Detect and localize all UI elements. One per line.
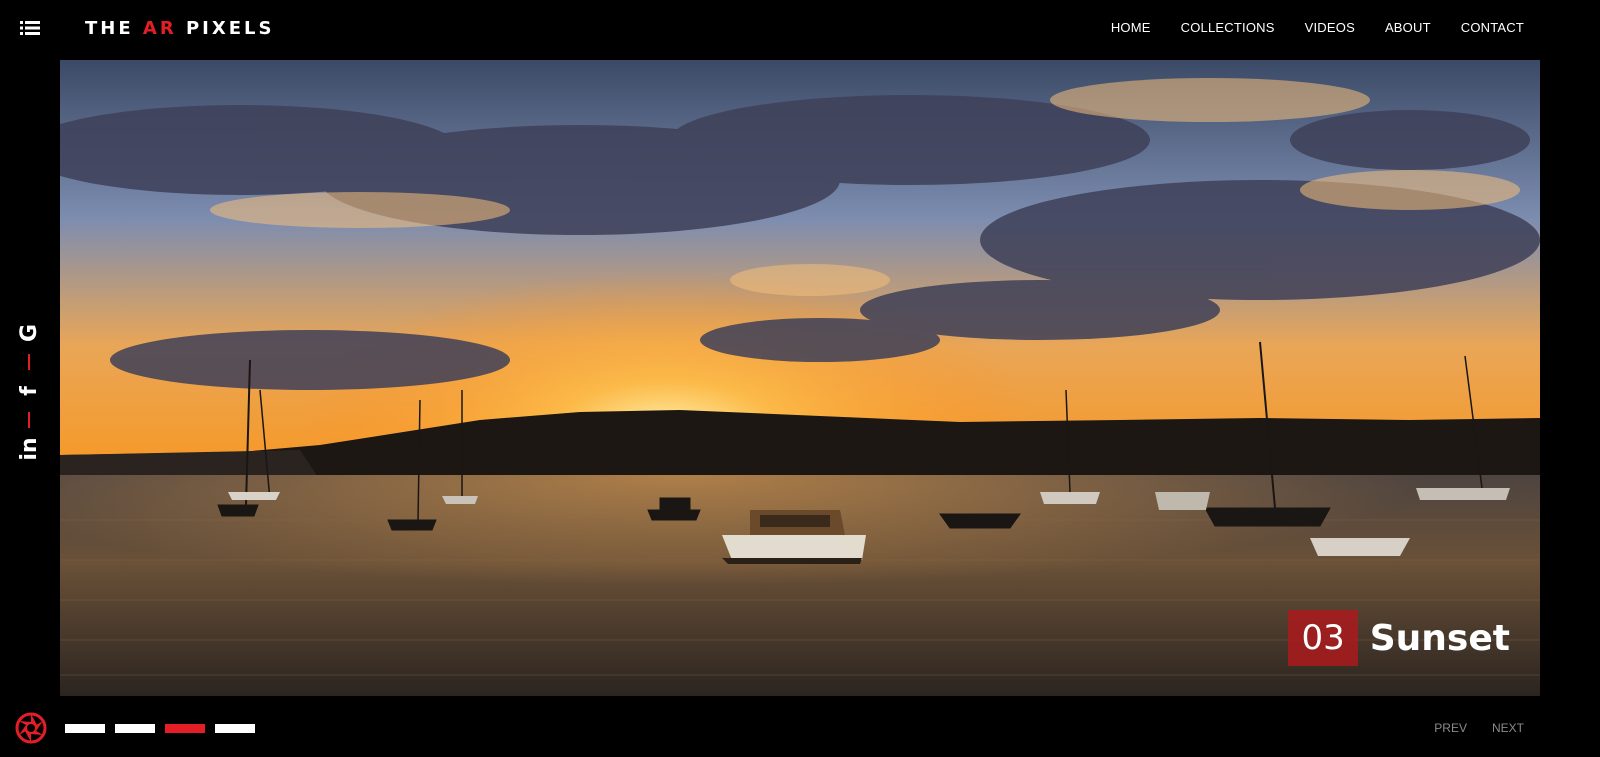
- site-logo[interactable]: THE AR PIXELS: [85, 18, 274, 40]
- slide-number: 03: [1288, 610, 1358, 666]
- camera-aperture-icon[interactable]: [15, 712, 47, 744]
- nav-collections[interactable]: COLLECTIONS: [1181, 20, 1275, 36]
- slide-title: Sunset: [1369, 617, 1510, 659]
- slide-pager: PREV NEXT: [1434, 720, 1524, 736]
- slide-indicator[interactable]: [115, 724, 155, 733]
- logo-prefix: THE: [85, 18, 143, 39]
- nav-home[interactable]: HOME: [1111, 20, 1151, 36]
- social-divider: [28, 412, 30, 428]
- hero-slide: 03 Sunset: [60, 60, 1540, 696]
- slide-indicator-active[interactable]: [165, 724, 205, 733]
- hero-image: [60, 60, 1540, 696]
- next-button[interactable]: NEXT: [1492, 720, 1524, 736]
- slide-indicators: [65, 724, 255, 733]
- footer-bar: PREV NEXT: [0, 700, 1600, 757]
- slide-caption: 03 Sunset: [1288, 610, 1510, 666]
- facebook-icon[interactable]: f: [14, 377, 44, 405]
- slide-indicator[interactable]: [65, 724, 105, 733]
- top-bar: THE AR PIXELS HOME COLLECTIONS VIDEOS AB…: [0, 0, 1600, 58]
- social-sidebar: G f in: [0, 318, 58, 464]
- google-icon[interactable]: G: [14, 319, 44, 347]
- logo-suffix: PIXELS: [176, 18, 275, 39]
- slide-indicator[interactable]: [215, 724, 255, 733]
- linkedin-icon[interactable]: in: [14, 435, 44, 463]
- nav-about[interactable]: ABOUT: [1385, 20, 1431, 36]
- logo-accent: AR: [142, 18, 177, 39]
- social-divider: [28, 354, 30, 370]
- menu-list-icon[interactable]: [20, 19, 40, 37]
- nav-contact[interactable]: CONTACT: [1461, 20, 1524, 36]
- nav-videos[interactable]: VIDEOS: [1305, 20, 1355, 36]
- prev-button[interactable]: PREV: [1434, 720, 1467, 736]
- main-nav: HOME COLLECTIONS VIDEOS ABOUT CONTACT: [1111, 20, 1524, 36]
